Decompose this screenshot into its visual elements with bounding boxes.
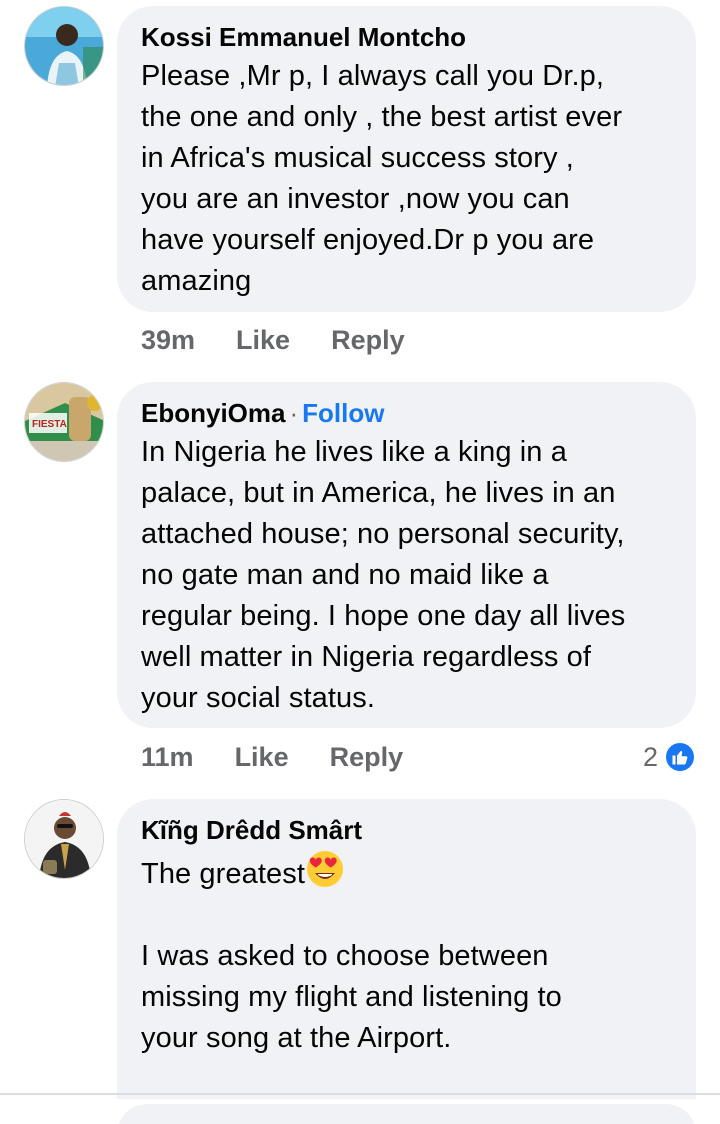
divider bbox=[0, 1093, 720, 1095]
comment-timestamp[interactable]: 11m bbox=[141, 742, 194, 773]
author-name[interactable]: Kĩñg Drêdd Smârt bbox=[141, 815, 362, 845]
avatar-label: FIESTA bbox=[32, 419, 67, 430]
comment-actions: 39m Like Reply bbox=[141, 320, 405, 360]
comment-bubble: Kĩñg Drêdd Smârt The greatest I was aske… bbox=[117, 799, 696, 1099]
comment-text: Please ,Mr p, I always call you Dr.p, th… bbox=[141, 60, 623, 297]
author-name[interactable]: Kossi Emmanuel Montcho bbox=[141, 22, 466, 52]
comment-text: I was asked to choose between missing my… bbox=[141, 940, 562, 1054]
comment-bubble: Kossi Emmanuel Montcho Please ,Mr p, I a… bbox=[117, 6, 696, 312]
separator-dot: · bbox=[289, 398, 299, 428]
heart-eyes-emoji-icon bbox=[305, 849, 345, 889]
reply-button[interactable]: Reply bbox=[331, 325, 405, 356]
comment-timestamp[interactable]: 39m bbox=[141, 325, 195, 356]
avatar[interactable] bbox=[24, 799, 104, 879]
avatar[interactable]: FIESTA bbox=[24, 382, 104, 462]
comment-bubble: EbonyiOma · Follow In Nigeria he lives lik… bbox=[117, 382, 696, 728]
comment-text: In Nigeria he lives like a king in a pal… bbox=[141, 436, 626, 714]
follow-button[interactable]: Follow bbox=[302, 398, 384, 428]
reaction-count: 2 bbox=[642, 741, 658, 772]
like-button[interactable]: Like bbox=[236, 325, 290, 356]
reaction-summary[interactable]: 2 bbox=[643, 737, 696, 777]
comment-text: The greatest bbox=[141, 858, 306, 890]
like-thumb-icon bbox=[664, 741, 696, 773]
comment-actions: 11m Like Reply bbox=[141, 737, 403, 777]
like-button[interactable]: Like bbox=[235, 742, 289, 773]
author-name[interactable]: EbonyiOma bbox=[141, 398, 285, 428]
avatar[interactable] bbox=[24, 6, 104, 86]
reply-button[interactable]: Reply bbox=[330, 742, 404, 773]
comment-bubble bbox=[117, 1104, 696, 1124]
